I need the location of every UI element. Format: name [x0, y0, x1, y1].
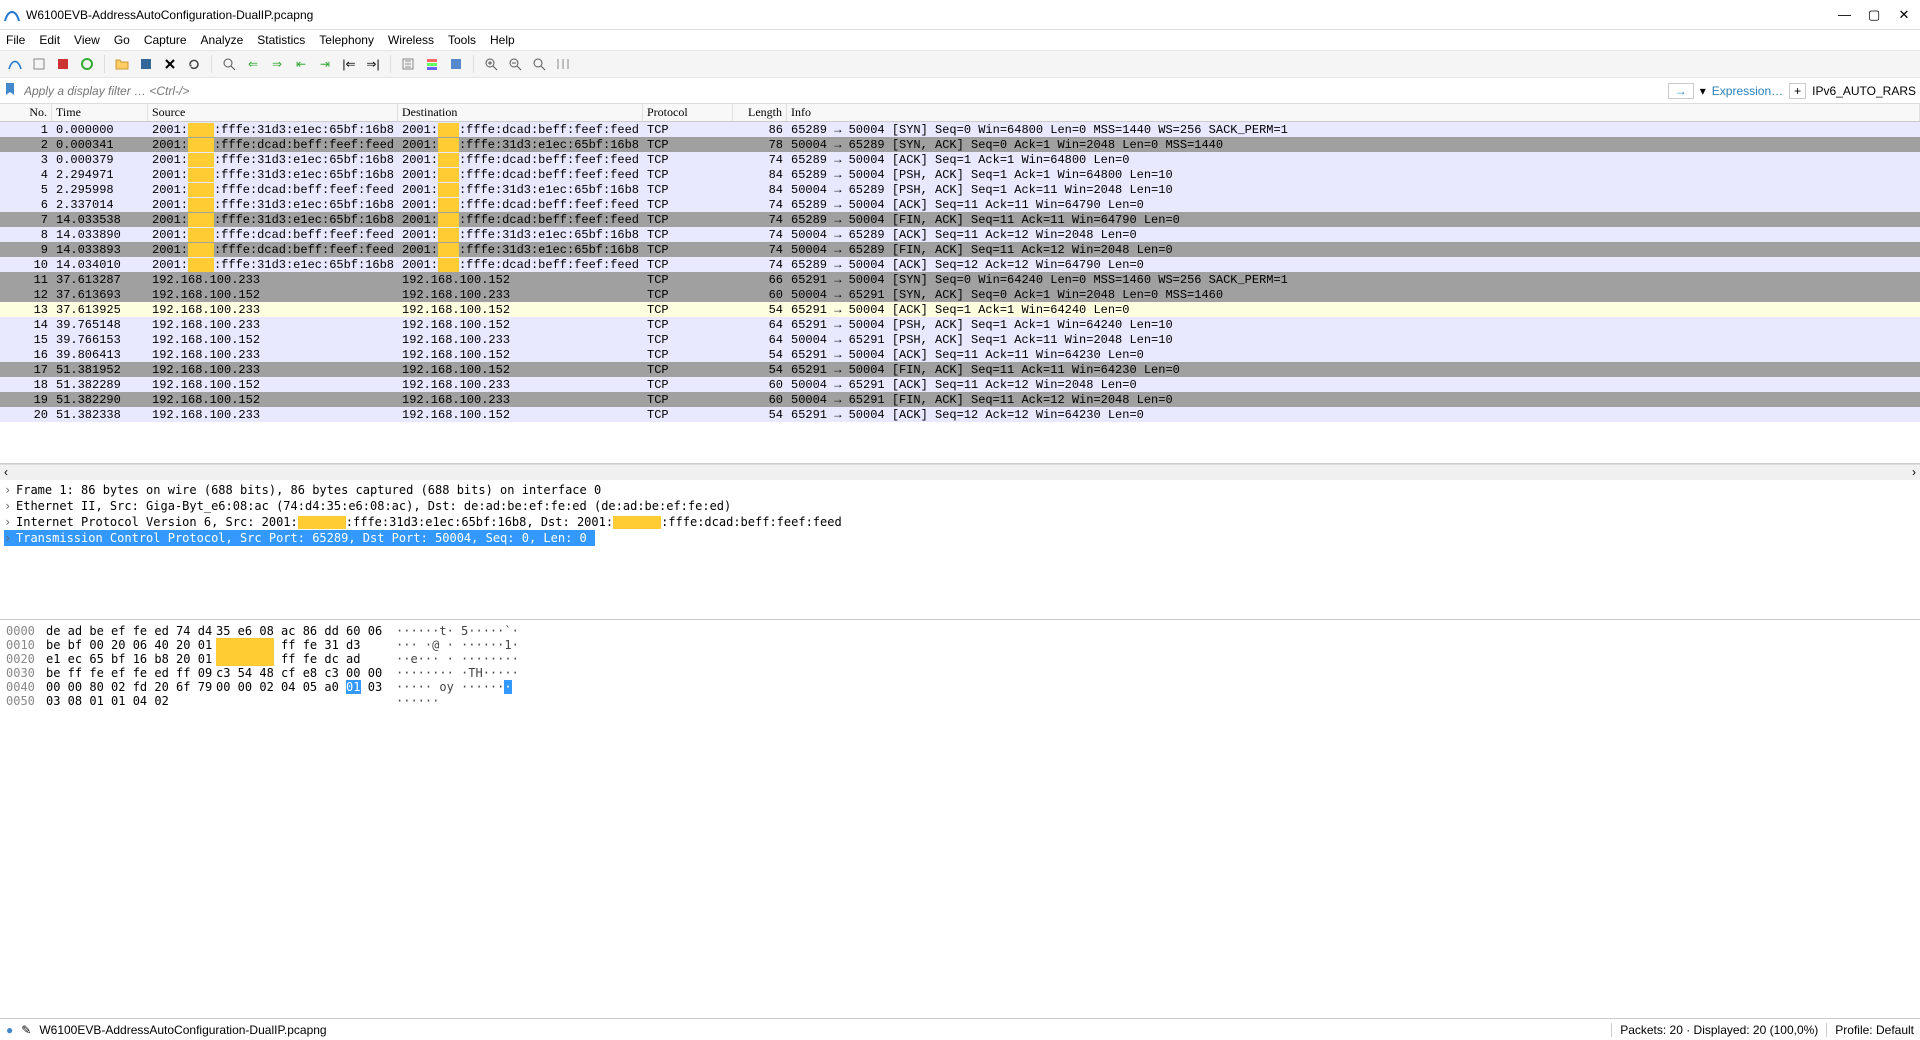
menu-wireless[interactable]: Wireless: [388, 33, 434, 47]
detail-row[interactable]: ›Frame 1: 86 bytes on wire (688 bits), 8…: [4, 482, 1916, 498]
toolbar: ⇐ ⇒ ⇤ ⇥ |⇐ ⇒|: [0, 50, 1920, 78]
display-filter-input[interactable]: [22, 82, 1664, 100]
menu-telephony[interactable]: Telephony: [319, 33, 374, 47]
packet-row[interactable]: 20.0003412001::fffe:dcad:beff:feef:feed2…: [0, 137, 1920, 152]
column-header[interactable]: Time: [52, 104, 148, 121]
toolbar-button[interactable]: [78, 55, 96, 73]
menu-analyze[interactable]: Analyze: [201, 33, 244, 47]
expression-button[interactable]: Expression…: [1712, 84, 1783, 98]
menu-edit[interactable]: Edit: [39, 33, 60, 47]
menu-tools[interactable]: Tools: [448, 33, 476, 47]
toolbar-button[interactable]: [54, 55, 72, 73]
resize-columns-icon[interactable]: [554, 55, 572, 73]
horizontal-scrollbar[interactable]: [0, 464, 1920, 480]
hex-row[interactable]: 004000 00 80 02 fd 20 6f 7900 00 02 04 0…: [6, 680, 1914, 694]
status-profile[interactable]: Profile: Default: [1835, 1023, 1914, 1037]
bookmark-icon[interactable]: [4, 82, 18, 99]
next-icon[interactable]: ⇒: [268, 55, 286, 73]
prev-icon[interactable]: ⇐: [244, 55, 262, 73]
hex-row[interactable]: 0020e1 ec 65 bf 16 b8 20 01 ff fe dc ad·…: [6, 652, 1914, 666]
column-header[interactable]: Destination: [398, 104, 643, 121]
menubar: File Edit View Go Capture Analyze Statistics Te…: [0, 30, 1920, 50]
detail-row[interactable]: ›Ethernet II, Src: Giga-Byt_e6:08:ac (74…: [4, 498, 1916, 514]
column-header[interactable]: Info: [787, 104, 1920, 121]
close-file-icon[interactable]: [161, 55, 179, 73]
zoom-in-icon[interactable]: [482, 55, 500, 73]
packet-list: No. Time Source Destination Protocol Len…: [0, 104, 1920, 464]
packet-row[interactable]: 52.2959982001::fffe:dcad:beff:feef:feed2…: [0, 182, 1920, 197]
menu-statistics[interactable]: Statistics: [257, 33, 305, 47]
zoom-out-icon[interactable]: [506, 55, 524, 73]
status-packets: Packets: 20 · Displayed: 20 (100,0%): [1620, 1023, 1818, 1037]
packet-row[interactable]: 10.0000002001::fffe:31d3:e1ec:65bf:16b82…: [0, 122, 1920, 137]
colorize-icon[interactable]: [423, 55, 441, 73]
jump-icon[interactable]: ⇥: [316, 55, 334, 73]
close-button[interactable]: ✕: [1898, 7, 1910, 23]
column-header[interactable]: Source: [148, 104, 398, 121]
hex-row[interactable]: 005003 08 01 01 04 02······: [6, 694, 1914, 708]
reload-icon[interactable]: [185, 55, 203, 73]
status-bar: ● ✎ W6100EVB-AddressAutoConfiguration-Du…: [0, 1018, 1920, 1040]
status-file: W6100EVB-AddressAutoConfiguration-DualIP…: [39, 1023, 326, 1037]
filter-bar: → ▾ Expression… + IPv6_AUTO_RARS: [0, 78, 1920, 104]
packet-bytes[interactable]: 0000de ad be ef fe ed 74 d435 e6 08 ac 8…: [0, 620, 1920, 712]
hex-row[interactable]: 0030be ff fe ef fe ed ff 09c3 54 48 cf e…: [6, 666, 1914, 680]
packet-row[interactable]: 1951.382290192.168.100.152192.168.100.23…: [0, 392, 1920, 407]
packet-row[interactable]: 30.0003792001::fffe:31d3:e1ec:65bf:16b82…: [0, 152, 1920, 167]
find-icon[interactable]: [220, 55, 238, 73]
capture-file-icon[interactable]: ✎: [21, 1023, 31, 1037]
packet-row[interactable]: 1439.765148192.168.100.233192.168.100.15…: [0, 317, 1920, 332]
packet-row[interactable]: 2051.382338192.168.100.233192.168.100.15…: [0, 407, 1920, 422]
packet-row[interactable]: 1137.613287192.168.100.233192.168.100.15…: [0, 272, 1920, 287]
packet-row[interactable]: 1851.382289192.168.100.152192.168.100.23…: [0, 377, 1920, 392]
last-icon[interactable]: ⇒|: [364, 55, 382, 73]
menu-capture[interactable]: Capture: [144, 33, 187, 47]
packet-row[interactable]: 1014.0340102001::fffe:31d3:e1ec:65bf:16b…: [0, 257, 1920, 272]
menu-view[interactable]: View: [74, 33, 100, 47]
menu-file[interactable]: File: [6, 33, 25, 47]
filter-dropdown-icon[interactable]: ▾: [1700, 84, 1706, 98]
packet-row[interactable]: 914.0338932001::fffe:dcad:beff:feef:feed…: [0, 242, 1920, 257]
packet-row[interactable]: 814.0338902001::fffe:dcad:beff:feef:feed…: [0, 227, 1920, 242]
menu-go[interactable]: Go: [114, 33, 130, 47]
hex-row[interactable]: 0000de ad be ef fe ed 74 d435 e6 08 ac 8…: [6, 624, 1914, 638]
autoscroll-icon[interactable]: [399, 55, 417, 73]
first-icon[interactable]: |⇐: [340, 55, 358, 73]
open-file-icon[interactable]: [113, 55, 131, 73]
expert-info-icon[interactable]: ●: [6, 1023, 13, 1037]
add-filter-button[interactable]: +: [1789, 83, 1806, 99]
packet-details[interactable]: ›Frame 1: 86 bytes on wire (688 bits), 8…: [0, 480, 1920, 620]
packet-row[interactable]: 714.0335382001::fffe:31d3:e1ec:65bf:16b8…: [0, 212, 1920, 227]
minimize-button[interactable]: —: [1838, 7, 1850, 23]
titlebar: W6100EVB-AddressAutoConfiguration-DualIP…: [0, 0, 1920, 30]
jump-icon[interactable]: ⇤: [292, 55, 310, 73]
filter-preset-button[interactable]: IPv6_AUTO_RARS: [1812, 84, 1916, 98]
save-icon[interactable]: [137, 55, 155, 73]
toolbar-button[interactable]: [6, 55, 24, 73]
column-header[interactable]: Protocol: [643, 104, 733, 121]
window-title: W6100EVB-AddressAutoConfiguration-DualIP…: [26, 8, 1838, 22]
packet-row[interactable]: 42.2949712001::fffe:31d3:e1ec:65bf:16b82…: [0, 167, 1920, 182]
zoom-reset-icon[interactable]: [530, 55, 548, 73]
column-header[interactable]: No.: [0, 104, 52, 121]
packet-row[interactable]: 62.3370142001::fffe:31d3:e1ec:65bf:16b82…: [0, 197, 1920, 212]
app-icon: [4, 7, 20, 23]
packet-row[interactable]: 1237.613693192.168.100.152192.168.100.23…: [0, 287, 1920, 302]
colorize-icon[interactable]: [447, 55, 465, 73]
packet-row[interactable]: 1337.613925192.168.100.233192.168.100.15…: [0, 302, 1920, 317]
packet-row[interactable]: 1751.381952192.168.100.233192.168.100.15…: [0, 362, 1920, 377]
packet-list-header[interactable]: No. Time Source Destination Protocol Len…: [0, 104, 1920, 122]
menu-help[interactable]: Help: [490, 33, 515, 47]
packet-row[interactable]: 1539.766153192.168.100.152192.168.100.23…: [0, 332, 1920, 347]
packet-row[interactable]: 1639.806413192.168.100.233192.168.100.15…: [0, 347, 1920, 362]
detail-row[interactable]: ›Transmission Control Protocol, Src Port…: [4, 530, 595, 546]
hex-row[interactable]: 0010be bf 00 20 06 40 20 01 ff fe 31 d3·…: [6, 638, 1914, 652]
toolbar-button[interactable]: [30, 55, 48, 73]
maximize-button[interactable]: ▢: [1868, 7, 1880, 23]
filter-apply-icon[interactable]: →: [1668, 83, 1694, 99]
column-header[interactable]: Length: [733, 104, 787, 121]
detail-row[interactable]: ›Internet Protocol Version 6, Src: 2001:…: [4, 514, 1916, 530]
